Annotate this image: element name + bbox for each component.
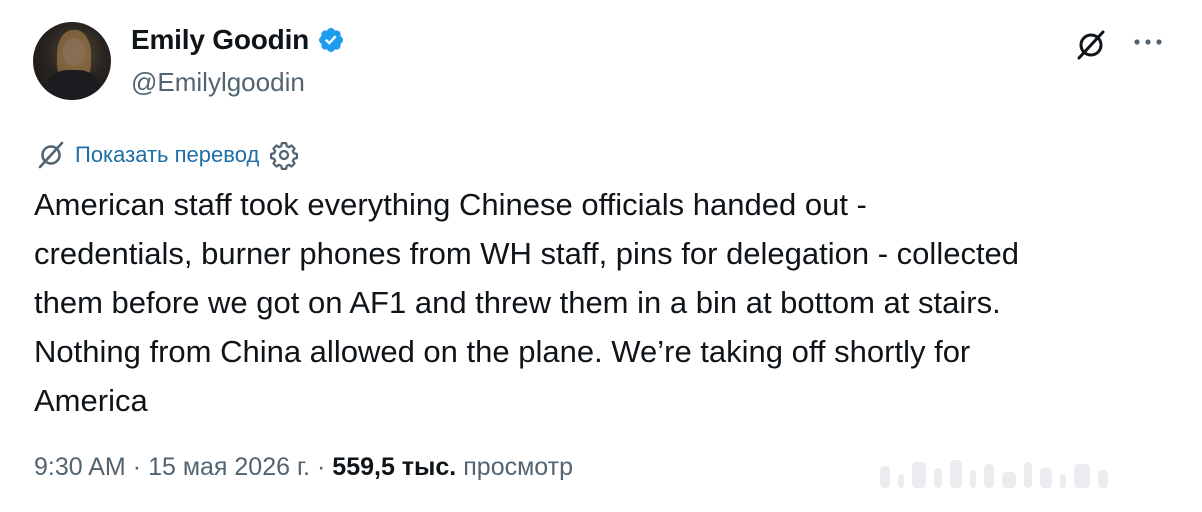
meta-separator: · bbox=[132, 453, 142, 481]
tweet-text: American staff took everything Chinese o… bbox=[34, 187, 1020, 418]
meta-separator: · bbox=[316, 453, 326, 481]
tweet-card: Emily Goodin @Emilylgoodin Показать пере… bbox=[0, 0, 1202, 512]
tweet-time[interactable]: 9:30 AM bbox=[34, 453, 126, 482]
watermark bbox=[880, 460, 1108, 488]
ellipsis-icon[interactable] bbox=[1130, 27, 1166, 57]
author-display-name[interactable]: Emily Goodin bbox=[131, 24, 309, 56]
show-translation-label: Показать перевод bbox=[75, 142, 260, 167]
avatar-body bbox=[47, 70, 99, 100]
avatar[interactable] bbox=[33, 22, 111, 100]
gear-icon[interactable] bbox=[269, 140, 299, 170]
grok-slash-icon bbox=[38, 141, 64, 169]
author-handle[interactable]: @Emilylgoodin bbox=[131, 67, 305, 98]
author-name-row: Emily Goodin bbox=[131, 24, 345, 56]
show-translation-button[interactable]: Показать перевод bbox=[35, 139, 299, 171]
views-count: 559,5 тыс. bbox=[332, 453, 457, 481]
verified-badge-icon bbox=[319, 28, 344, 52]
avatar-face bbox=[63, 38, 85, 66]
tweet-date[interactable]: 15 мая 2026 г. bbox=[148, 453, 310, 482]
tweet-meta: 9:30 AM · 15 мая 2026 г. · 559,5 тыс. пр… bbox=[34, 453, 573, 482]
grok-slash-icon[interactable] bbox=[1073, 27, 1109, 63]
views-label: просмотр bbox=[463, 453, 573, 481]
